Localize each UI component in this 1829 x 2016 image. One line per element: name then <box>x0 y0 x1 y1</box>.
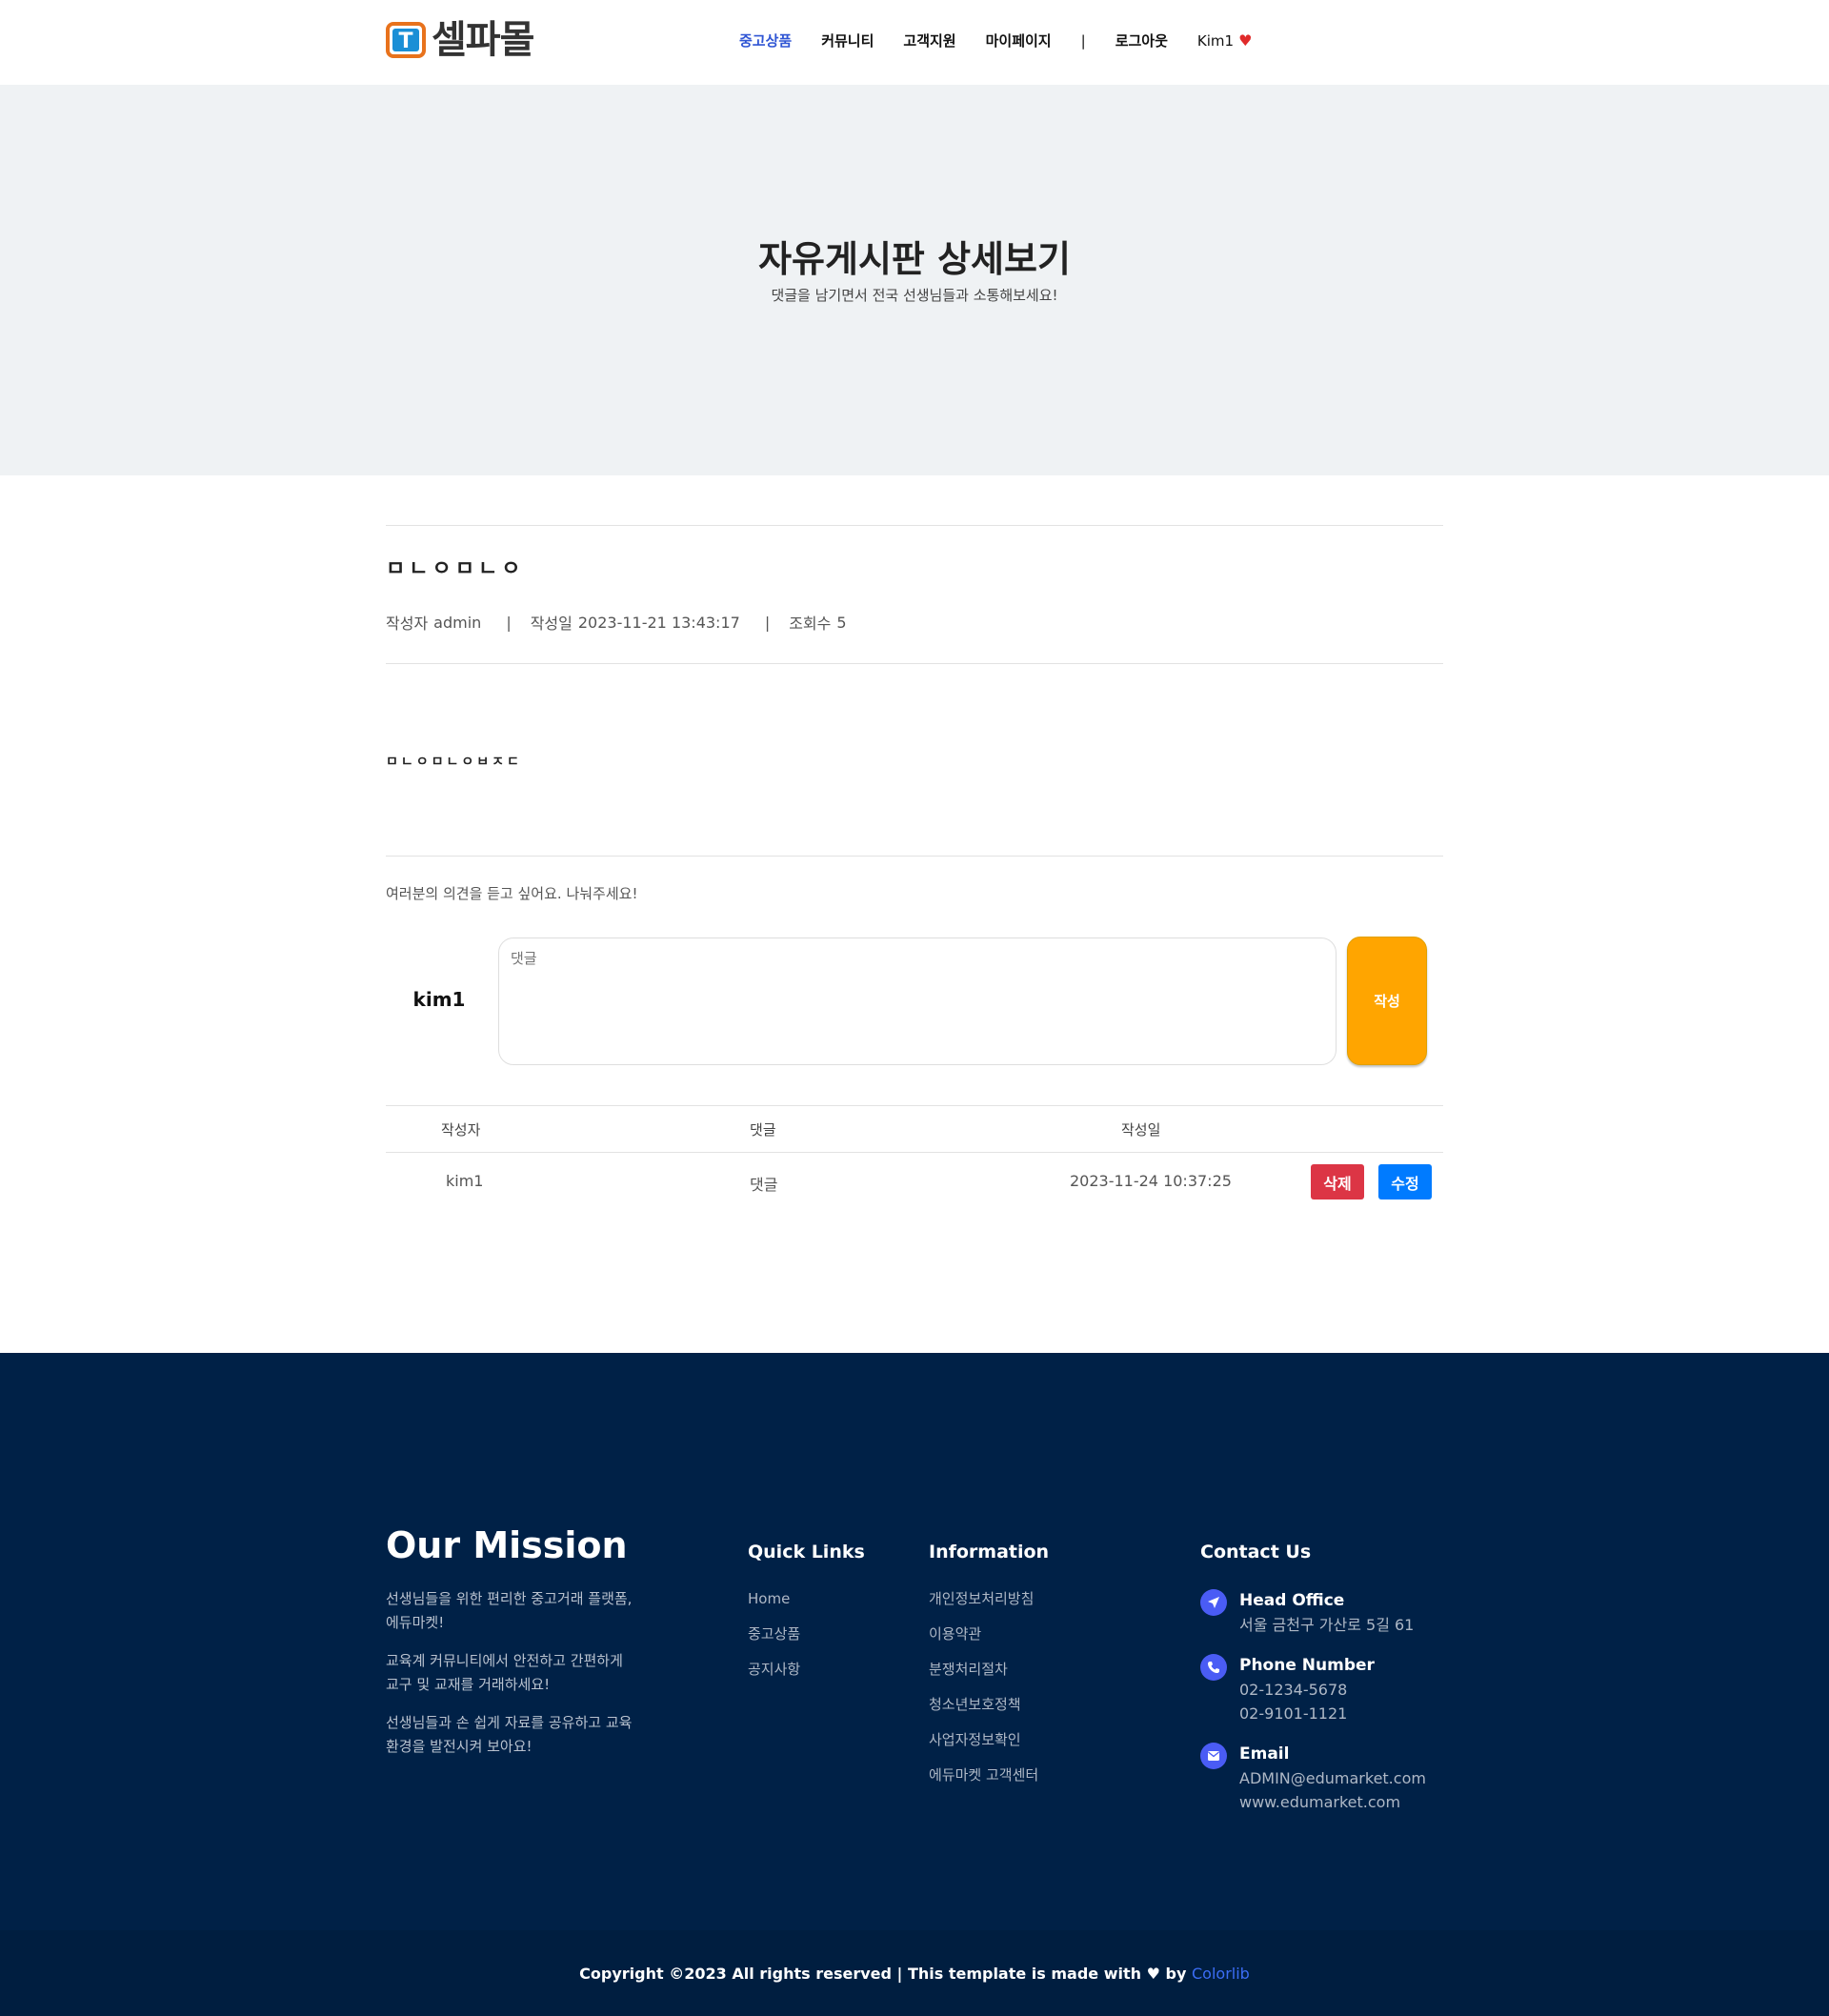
post-meta: 작성자 admin | 작성일 2023-11-21 13:43:17 | 조회… <box>386 611 853 634</box>
quick-link-home[interactable]: Home <box>748 1588 800 1610</box>
phone-icon <box>1200 1654 1227 1681</box>
comment-author: kim1 <box>412 988 466 1011</box>
info-link-privacy[interactable]: 개인정보처리방침 <box>929 1588 1038 1610</box>
information-title: Information <box>929 1542 1050 1562</box>
email-label: Email <box>1239 1744 1290 1764</box>
author-value: admin <box>433 613 482 632</box>
divider <box>386 525 1443 526</box>
phone-number: 02-1234-5678 <box>1239 1681 1348 1699</box>
contact-phone: Phone Number 02-1234-5678 02-9101-1121 <box>1200 1654 1375 1725</box>
divider <box>386 856 1443 857</box>
copyright-text: Copyright ©2023 All rights reserved | Th… <box>0 1965 1829 1983</box>
comment-author-cell: kim1 <box>446 1172 484 1190</box>
nav-item-community[interactable]: 커뮤니티 <box>821 30 874 50</box>
author-label: 작성자 <box>386 615 429 633</box>
location-arrow-icon <box>1200 1589 1227 1616</box>
table-row: kim1 댓글 2023-11-24 10:37:25 삭제 수정 <box>386 1153 1443 1212</box>
copyright-main: Copyright ©2023 All rights reserved | Th… <box>579 1965 1142 1983</box>
comment-input[interactable] <box>498 937 1337 1065</box>
nav-separator: | <box>1080 31 1086 50</box>
site-header: T 셀파몰 중고상품 커뮤니티 고객지원 마이페이지 | 로그아웃 Kim1 ♥ <box>0 0 1829 85</box>
website-url[interactable]: www.edumarket.com <box>1239 1790 1426 1814</box>
post-body: ㅁㄴㅇㅁㄴㅇㅂㅈㄷ <box>386 755 522 770</box>
phone-label: Phone Number <box>1239 1656 1375 1675</box>
logo-text: 셀파몰 <box>432 18 534 62</box>
divider <box>386 663 1443 664</box>
copyright-bar: Copyright ©2023 All rights reserved | Th… <box>0 1930 1829 2016</box>
views-label: 조회수 <box>789 615 832 633</box>
contact-title: Contact Us <box>1200 1542 1312 1562</box>
delete-button[interactable]: 삭제 <box>1311 1164 1364 1200</box>
logo[interactable]: T 셀파몰 <box>386 18 534 62</box>
heart-icon: ♥ <box>1238 30 1253 50</box>
nav-item-used-goods[interactable]: 중고상품 <box>739 30 792 50</box>
comments-table-header: 작성자 댓글 작성일 <box>386 1106 1443 1153</box>
header-comment: 댓글 <box>750 1121 776 1139</box>
contact-email: Email ADMIN@edumarket.com www.edumarket.… <box>1200 1743 1426 1814</box>
comment-prompt: 여러분의 의견을 듣고 싶어요. 나눠주세요! <box>386 885 638 902</box>
quick-links: Home 중고상품 공지사항 <box>748 1588 800 1694</box>
mission-title: Our Mission <box>386 1524 628 1566</box>
heart-icon: ♥ <box>1146 1965 1160 1983</box>
page-subtitle: 댓글을 남기면서 전국 선생님들과 소통해보세요! <box>771 287 1058 304</box>
comment-date-cell: 2023-11-24 10:37:25 <box>1070 1172 1232 1190</box>
quick-link-notice[interactable]: 공지사항 <box>748 1659 800 1681</box>
mission-text: 선생님들을 위한 편리한 중고거래 플랫폼, 에듀마켓! <box>386 1590 633 1631</box>
information-links: 개인정보처리방침 이용약관 분쟁처리절차 청소년보호정책 사업자정보확인 에듀마… <box>929 1588 1038 1800</box>
comment-submit-button[interactable]: 작성 <box>1347 937 1427 1065</box>
quick-links-title: Quick Links <box>748 1542 865 1562</box>
contact-head-office: Head Office 서울 금천구 가산로 5길 61 <box>1200 1589 1414 1637</box>
header-date: 작성일 <box>1121 1121 1161 1139</box>
head-office-label: Head Office <box>1239 1591 1345 1610</box>
info-link-help-center[interactable]: 에듀마켓 고객센터 <box>929 1764 1038 1786</box>
edit-button[interactable]: 수정 <box>1378 1164 1432 1200</box>
logo-mark-icon: T <box>386 21 428 59</box>
post-title: ㅁㄴㅇㅁㄴㅇ <box>386 557 525 581</box>
header-author: 작성자 <box>441 1121 481 1139</box>
envelope-icon <box>1200 1743 1227 1769</box>
views-value: 5 <box>836 613 847 632</box>
copyright-by: by <box>1165 1965 1187 1983</box>
meta-separator: | <box>764 613 771 632</box>
nav-user[interactable]: Kim1 ♥ <box>1197 32 1253 50</box>
meta-separator: | <box>506 613 512 632</box>
date-value: 2023-11-21 13:43:17 <box>577 613 740 632</box>
post-detail: ㅁㄴㅇㅁㄴㅇ 작성자 admin | 작성일 2023-11-21 13:43:… <box>0 475 1829 1353</box>
nav-item-mypage[interactable]: 마이페이지 <box>986 30 1052 50</box>
phone-number: 02-9101-1121 <box>1239 1704 1348 1723</box>
nav-user-name: Kim1 <box>1196 31 1235 50</box>
mission-text: 선생님들과 손 쉽게 자료를 공유하고 교육 환경을 발전시켜 보아요! <box>386 1714 633 1755</box>
page-title: 자유게시판 상세보기 <box>758 238 1071 280</box>
nav-item-support[interactable]: 고객지원 <box>903 30 955 50</box>
head-office-address: 서울 금천구 가산로 5길 61 <box>1239 1616 1415 1634</box>
comment-text-cell: 댓글 <box>750 1176 778 1194</box>
date-label: 작성일 <box>530 615 573 633</box>
main-nav: 중고상품 커뮤니티 고객지원 마이페이지 | 로그아웃 Kim1 ♥ <box>739 30 1281 50</box>
nav-item-logout[interactable]: 로그아웃 <box>1115 30 1168 50</box>
quick-link-used-goods[interactable]: 중고상품 <box>748 1623 800 1645</box>
logo-mark-letter: T <box>398 30 412 53</box>
email-address[interactable]: ADMIN@edumarket.com <box>1239 1766 1426 1790</box>
hero-banner: 자유게시판 상세보기 댓글을 남기면서 전국 선생님들과 소통해보세요! <box>0 85 1829 475</box>
mission-text: 교육계 커뮤니티에서 안전하고 간편하게 교구 및 교재를 거래하세요! <box>386 1652 623 1693</box>
colorlib-link[interactable]: Colorlib <box>1192 1965 1250 1983</box>
info-link-dispute[interactable]: 분쟁처리절차 <box>929 1659 1038 1681</box>
site-footer: Our Mission 선생님들을 위한 편리한 중고거래 플랫폼, 에듀마켓!… <box>0 1353 1829 1930</box>
info-link-business[interactable]: 사업자정보확인 <box>929 1729 1038 1751</box>
info-link-youth[interactable]: 청소년보호정책 <box>929 1694 1038 1716</box>
info-link-terms[interactable]: 이용약관 <box>929 1623 1038 1645</box>
